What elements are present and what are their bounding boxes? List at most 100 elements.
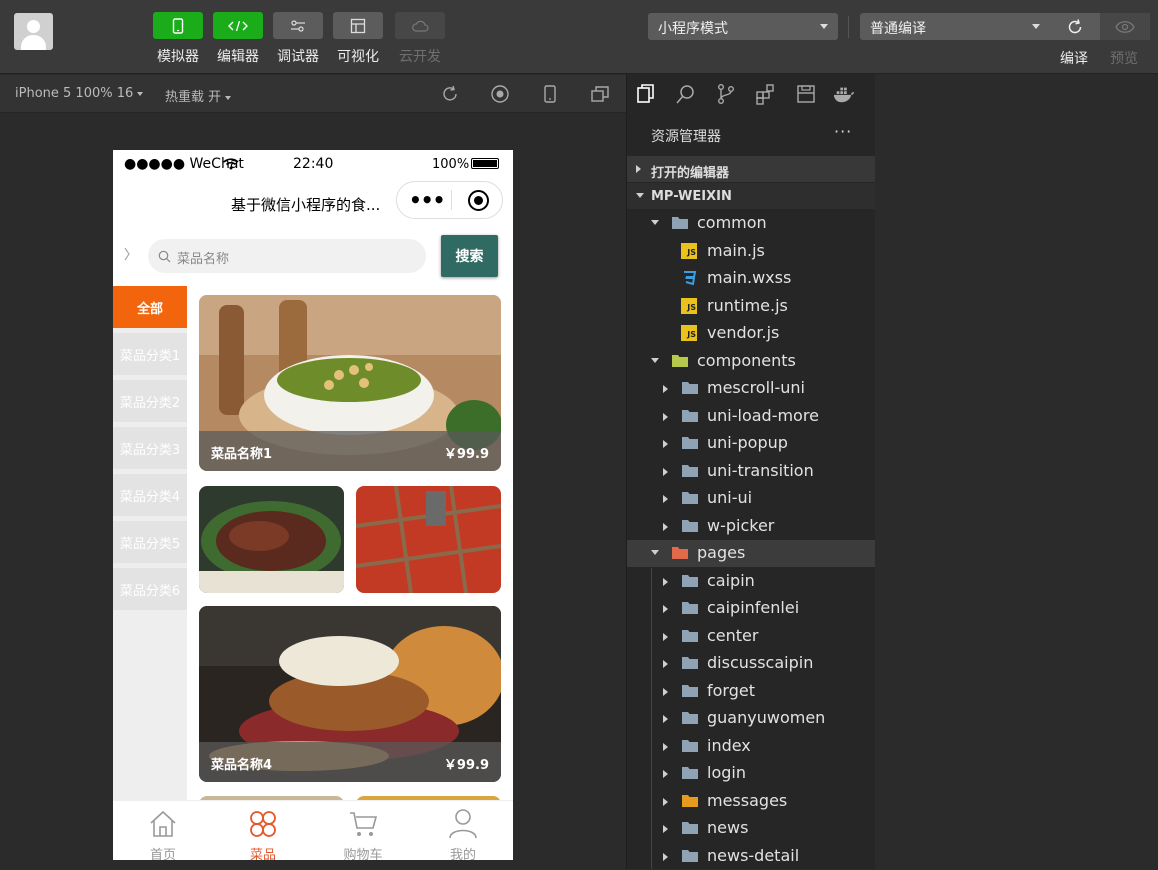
dish-card[interactable]: 菜品名称1 ￥99.9 xyxy=(199,295,501,471)
tree-item[interactable]: uni-ui xyxy=(627,485,875,512)
mode-select[interactable]: 小程序模式 xyxy=(648,13,838,40)
debugger-tool[interactable]: 调试器 xyxy=(271,12,325,66)
tree-item[interactable]: JS main.js xyxy=(627,238,875,265)
chevron-right-icon xyxy=(663,605,668,613)
dish-price: ￥99.9 xyxy=(443,447,489,462)
folder-icon xyxy=(681,463,699,479)
capsule-menu[interactable]: ••• xyxy=(396,181,503,219)
mode-select-value: 小程序模式 xyxy=(658,21,728,37)
dish-card[interactable] xyxy=(356,486,501,593)
category-item[interactable]: 菜品分类1 xyxy=(113,333,187,375)
files-icon[interactable] xyxy=(635,83,657,105)
search-button[interactable]: 搜索 xyxy=(441,235,498,277)
folder-icon xyxy=(681,573,699,589)
tree-item[interactable]: JS vendor.js xyxy=(627,320,875,347)
tree-item-label: guanyuwomen xyxy=(707,708,826,727)
extensions-icon[interactable] xyxy=(755,83,777,105)
tree-item-label: uni-transition xyxy=(707,460,814,480)
rotate-icon[interactable] xyxy=(440,84,460,104)
tree-item[interactable]: messages xyxy=(627,788,875,815)
tree-item-label: runtime.js xyxy=(707,295,788,315)
tree-item[interactable]: main.wxss xyxy=(627,265,875,292)
visual-label: 可视化 xyxy=(337,49,379,65)
chevron-down-icon xyxy=(1032,24,1040,29)
tree-item[interactable]: guanyuwomen xyxy=(627,705,875,732)
category-all[interactable]: 全部 xyxy=(113,286,187,328)
tab-bar: 首页 菜品 购物车 我的 xyxy=(113,800,513,860)
search-input[interactable]: 菜品名称 xyxy=(148,239,426,273)
tree-item[interactable]: discusscaipin xyxy=(627,650,875,677)
search-icon[interactable] xyxy=(675,83,697,105)
chevron-right-icon[interactable] xyxy=(123,246,131,262)
category-item[interactable]: 菜品分类3 xyxy=(113,427,187,469)
chevron-down-icon xyxy=(651,357,659,363)
stop-icon[interactable] xyxy=(490,84,510,104)
debugger-label: 调试器 xyxy=(277,49,319,65)
tree-item[interactable]: components xyxy=(627,348,875,375)
storage-icon[interactable] xyxy=(795,83,817,105)
compile-button[interactable] xyxy=(1050,13,1100,40)
mobile-icon[interactable] xyxy=(540,84,560,104)
battery-icon xyxy=(471,158,499,169)
folder-icon xyxy=(681,600,699,616)
device-select[interactable]: iPhone 5 100% 16 xyxy=(15,86,144,101)
category-item[interactable]: 菜品分类4 xyxy=(113,474,187,516)
close-miniprogram-icon[interactable] xyxy=(468,190,489,211)
chevron-right-icon xyxy=(663,577,668,586)
open-editors-section[interactable]: 打开的编辑器 xyxy=(627,156,875,182)
chevron-down-icon xyxy=(636,193,644,198)
tree-item-label: center xyxy=(707,625,759,645)
folder-icon xyxy=(681,765,699,781)
tree-item[interactable]: news xyxy=(627,815,875,842)
compile-select[interactable]: 普通编译 xyxy=(860,13,1050,40)
category-item[interactable]: 菜品分类6 xyxy=(113,568,187,610)
tree-item[interactable]: login xyxy=(627,760,875,787)
tree-item[interactable]: w-picker xyxy=(627,513,875,540)
chevron-down-icon xyxy=(820,24,828,29)
tree-item[interactable]: JS runtime.js xyxy=(627,293,875,320)
category-item[interactable]: 菜品分类5 xyxy=(113,521,187,563)
category-item[interactable]: 菜品分类2 xyxy=(113,380,187,422)
phone-simulator[interactable]: ●●●●● WeChat 22:40 100% 基于微信小程序的食... •••… xyxy=(113,150,513,860)
tree-item[interactable]: index xyxy=(627,733,875,760)
dish-card[interactable]: 菜品名称4 ￥99.9 xyxy=(199,606,501,782)
dish-card[interactable] xyxy=(199,486,344,593)
visual-tool[interactable]: 可视化 xyxy=(331,12,385,66)
folder-icon xyxy=(681,793,699,809)
preview-button[interactable] xyxy=(1100,13,1150,40)
tree-item[interactable]: common xyxy=(627,210,875,237)
tab-mine[interactable]: 我的 xyxy=(413,801,513,860)
cloud-tool[interactable]: 云开发 xyxy=(393,12,447,66)
tree-item[interactable]: pages xyxy=(627,540,875,567)
project-section[interactable]: MP-WEIXIN xyxy=(627,183,875,209)
tree-item[interactable]: mescroll-uni xyxy=(627,375,875,402)
hot-reload-select[interactable]: 热重载 开 xyxy=(165,86,232,105)
tree-item[interactable]: uni-transition xyxy=(627,458,875,485)
detach-window-icon[interactable] xyxy=(590,84,610,104)
chevron-right-icon xyxy=(663,385,668,393)
editor-tool[interactable]: 编辑器 xyxy=(211,12,265,66)
tree-item-label: w-picker xyxy=(707,515,775,535)
tree-item[interactable]: uni-load-more xyxy=(627,403,875,430)
source-control-icon[interactable] xyxy=(715,83,737,105)
chevron-right-icon xyxy=(663,412,668,421)
tree-item[interactable]: forget xyxy=(627,678,875,705)
simulator-label: 模拟器 xyxy=(157,49,199,65)
tree-item[interactable]: caipinfenlei xyxy=(627,595,875,622)
tree-item[interactable]: news-detail xyxy=(627,843,875,870)
more-options-icon[interactable]: ··· xyxy=(834,122,852,141)
docker-icon[interactable] xyxy=(833,83,855,105)
open-editors-label: 打开的编辑器 xyxy=(651,166,730,181)
simulator-tool[interactable]: 模拟器 xyxy=(151,12,205,66)
tab-home[interactable]: 首页 xyxy=(113,801,213,860)
tab-cart[interactable]: 购物车 xyxy=(313,801,413,860)
tree-item[interactable]: center xyxy=(627,623,875,650)
tree-item[interactable]: caipin xyxy=(627,568,875,595)
user-avatar[interactable] xyxy=(14,13,53,50)
folder-icon xyxy=(681,738,699,754)
tab-dishes[interactable]: 菜品 xyxy=(213,801,313,860)
tree-item[interactable]: uni-popup xyxy=(627,430,875,457)
search-placeholder: 菜品名称 xyxy=(177,252,230,267)
more-dots-icon[interactable]: ••• xyxy=(409,190,445,210)
tab-label: 我的 xyxy=(449,848,476,860)
